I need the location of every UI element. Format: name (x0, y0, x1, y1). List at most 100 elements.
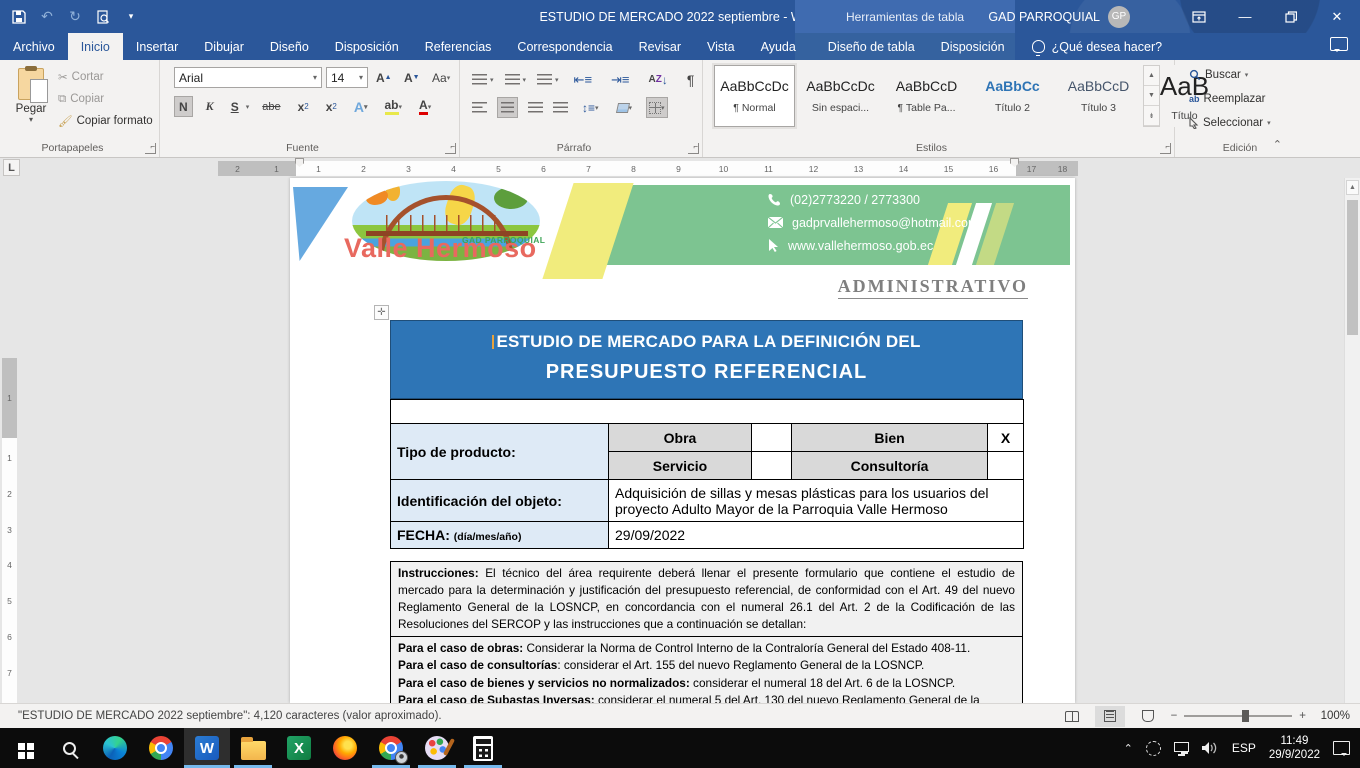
taskbar-chrome-profile[interactable] (368, 728, 414, 768)
cut-button[interactable]: ✂Cortar (58, 68, 153, 86)
styles-scroll-up-icon[interactable]: ▲ (1144, 66, 1159, 86)
styles-scroll-down-icon[interactable]: ▼ (1144, 86, 1159, 106)
style-table-paragraph[interactable]: AaBbCcD¶ Table Pa... (886, 65, 967, 127)
bold-button[interactable]: N (174, 96, 193, 117)
decrease-indent-icon[interactable]: ⇤≡ (570, 69, 596, 90)
shading-icon[interactable]: ▾ (613, 97, 637, 118)
collapse-ribbon-icon[interactable]: ⌃ (1273, 138, 1282, 151)
grow-font-button[interactable]: A▲ (372, 67, 396, 88)
tab-vista[interactable]: Vista (694, 33, 748, 60)
taskbar-paint[interactable] (414, 728, 460, 768)
tab-disposicion-tabla[interactable]: Disposición (928, 33, 1018, 60)
customize-qat-icon[interactable]: ▾ (122, 8, 140, 26)
tab-revisar[interactable]: Revisar (626, 33, 694, 60)
save-icon[interactable] (10, 8, 28, 26)
style-titulo-2[interactable]: AaBbCcTítulo 2 (972, 65, 1053, 127)
replace-button[interactable]: ab Reemplazar (1189, 90, 1271, 108)
zoom-slider[interactable]: − + (1171, 710, 1306, 722)
tab-ayuda[interactable]: Ayuda (748, 33, 809, 60)
font-dialog-launcher[interactable]: ⌐ (445, 143, 456, 154)
tab-archivo[interactable]: Archivo (0, 33, 68, 60)
font-color-button[interactable]: A▾ (415, 96, 435, 117)
instructions-paragraph[interactable]: Instrucciones: El técnico del área requi… (391, 562, 1023, 637)
undo-icon[interactable]: ↶ (38, 8, 56, 26)
web-layout-button[interactable] (1133, 706, 1163, 727)
taskbar-calculator[interactable] (460, 728, 506, 768)
styles-gallery-scroll[interactable]: ▲ ▼ ⇟ (1143, 65, 1160, 127)
taskbar-chrome[interactable] (138, 728, 184, 768)
paragraph-dialog-launcher[interactable]: ⌐ (688, 143, 699, 154)
tell-me-search[interactable]: ¿Qué desea hacer? (1018, 33, 1177, 60)
style-normal[interactable]: AaBbCcDc¶ Normal (714, 65, 795, 127)
change-case-button[interactable]: Aa▾ (428, 67, 454, 88)
print-layout-button[interactable] (1095, 706, 1125, 727)
tab-referencias[interactable]: Referencias (412, 33, 505, 60)
read-mode-button[interactable] (1057, 706, 1087, 727)
taskbar-excel[interactable]: X (276, 728, 322, 768)
multilevel-list-icon[interactable] (537, 74, 552, 85)
horizontal-ruler[interactable]: 21 12345678910111213141516 1718 (218, 161, 1078, 176)
tray-expand-icon[interactable]: ⌃ (1124, 742, 1133, 755)
minimize-button[interactable]: — (1222, 0, 1268, 33)
italic-button[interactable]: K (202, 96, 218, 117)
taskbar-search-button[interactable] (46, 728, 92, 768)
avatar[interactable]: GP (1108, 6, 1130, 28)
strikethrough-button[interactable]: abe (258, 96, 284, 117)
vertical-scrollbar[interactable]: ▲ (1344, 178, 1360, 703)
ribbon-display-options-icon[interactable] (1176, 0, 1222, 33)
clock[interactable]: 11:49 29/9/2022 (1269, 734, 1320, 763)
start-button[interactable] (0, 728, 46, 768)
document-page[interactable]: Valle Hermoso GAD PARROQUIAL (02)2773220… (290, 178, 1075, 703)
underline-dropdown[interactable]: ▾ (246, 103, 250, 111)
scrollbar-thumb[interactable] (1347, 200, 1358, 335)
style-sin-espaciado[interactable]: AaBbCcDcSin espaci... (800, 65, 881, 127)
paste-dropdown-arrow[interactable]: ▾ (29, 115, 33, 124)
bien-mark-cell[interactable]: X (988, 424, 1024, 452)
empty-row[interactable] (391, 400, 1024, 424)
option-obra[interactable]: Obra (609, 424, 752, 452)
shrink-font-button[interactable]: A▼ (400, 67, 424, 88)
taskbar-edge[interactable] (92, 728, 138, 768)
account-area[interactable]: GAD PARROQUIAL GP (988, 0, 1130, 33)
tab-correspondencia[interactable]: Correspondencia (504, 33, 625, 60)
tab-diseno-de-tabla[interactable]: Diseño de tabla (815, 33, 928, 60)
highlight-button[interactable]: ab▾ (381, 96, 407, 117)
action-center-icon[interactable] (1333, 741, 1350, 755)
text-effects-button[interactable]: A▾ (350, 96, 372, 117)
language-indicator[interactable]: ESP (1232, 741, 1256, 755)
font-size-combo[interactable]: 14▾ (326, 67, 368, 88)
table-move-handle[interactable]: ✛ (374, 305, 389, 320)
clipboard-dialog-launcher[interactable]: ⌐ (145, 143, 156, 154)
borders-icon[interactable]: ▾ (646, 97, 668, 118)
tab-diseno[interactable]: Diseño (257, 33, 322, 60)
meet-now-icon[interactable] (1146, 741, 1161, 756)
pilcrow-icon[interactable]: ¶ (683, 69, 699, 90)
option-bien[interactable]: Bien (792, 424, 988, 452)
styles-dialog-launcher[interactable]: ⌐ (1160, 143, 1171, 154)
zoom-level[interactable]: 100% (1314, 710, 1350, 722)
numbered-list-icon[interactable] (505, 74, 520, 85)
underline-button[interactable]: S (227, 96, 243, 117)
option-consultoria[interactable]: Consultoría (792, 452, 988, 480)
zoom-in-icon[interactable]: + (1299, 710, 1306, 722)
paste-button[interactable]: Pegar ▾ (8, 64, 54, 124)
volume-icon[interactable] (1202, 741, 1219, 755)
tab-insertar[interactable]: Insertar (123, 33, 191, 60)
network-icon[interactable] (1174, 742, 1189, 752)
objeto-value[interactable]: Adquisición de sillas y mesas plásticas … (609, 480, 1024, 522)
zoom-thumb[interactable] (1242, 710, 1249, 722)
redo-icon[interactable]: ↻ (66, 8, 84, 26)
find-button[interactable]: Buscar▾ (1189, 66, 1271, 84)
zoom-out-icon[interactable]: − (1171, 710, 1178, 722)
tab-stop-selector[interactable]: L (3, 159, 20, 176)
select-button[interactable]: Seleccionar▾ (1189, 114, 1271, 132)
subscript-button[interactable]: x2 (294, 96, 313, 117)
bullet-list-icon[interactable] (472, 74, 487, 85)
scroll-up-icon[interactable]: ▲ (1346, 180, 1359, 195)
restore-button[interactable] (1268, 0, 1314, 33)
align-center-icon[interactable] (497, 97, 518, 118)
tab-inicio[interactable]: Inicio (68, 33, 123, 60)
align-left-icon[interactable] (472, 102, 487, 113)
obra-mark-cell[interactable] (752, 424, 792, 452)
copy-button[interactable]: ⧉Copiar (58, 90, 153, 108)
